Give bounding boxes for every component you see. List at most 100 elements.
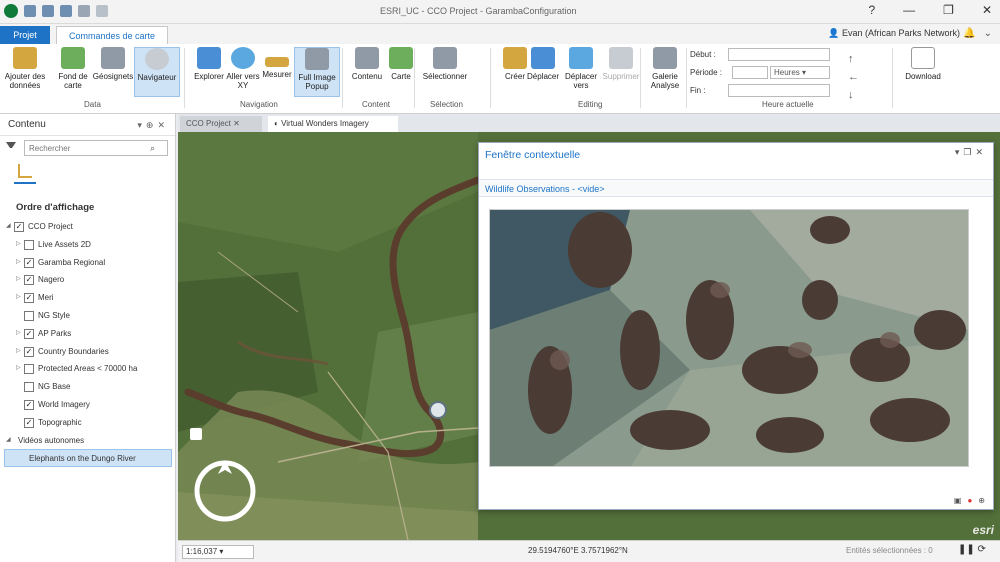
full-image-popup-button[interactable]: Full Image Popup xyxy=(294,47,340,97)
move-icon xyxy=(531,47,555,69)
layer-visibility-checkbox[interactable]: ✓ xyxy=(24,399,34,410)
expand-toggle-icon[interactable]: ▷ xyxy=(16,325,21,343)
redo-icon[interactable] xyxy=(96,5,108,17)
wildlife-photo xyxy=(489,209,969,467)
layer-row[interactable]: ▷ ✓ AP Parks xyxy=(4,325,172,343)
popup-controls[interactable]: ▾❐✕ xyxy=(955,147,987,158)
start-field[interactable] xyxy=(728,48,830,61)
export-icon[interactable]: ▣ xyxy=(954,496,962,505)
search-row: ⌕ xyxy=(0,136,175,160)
layer-visibility-checkbox[interactable] xyxy=(24,382,34,393)
zoom-to-icon[interactable]: ⊕ xyxy=(978,496,985,505)
gallery-button[interactable]: Galerie Analyse xyxy=(642,47,688,97)
pane-controls[interactable]: ▾⊕✕ xyxy=(137,114,169,136)
layer-row[interactable]: ◢ ✓ CCO Project xyxy=(4,218,172,236)
delete-icon xyxy=(609,47,633,69)
contents-title: Contenu xyxy=(8,119,46,130)
help-icon[interactable]: ? xyxy=(868,3,875,17)
filter-icon[interactable] xyxy=(6,142,16,152)
undo-icon[interactable] xyxy=(78,5,90,17)
tab-projet[interactable]: Projet xyxy=(0,26,50,44)
selected-features-count: Entités sélectionnées : 0 xyxy=(846,546,933,555)
pin-icon[interactable] xyxy=(190,428,202,440)
bell-icon[interactable]: 🔔 xyxy=(963,28,975,39)
layer-row[interactable]: ▷ ✓ Garamba Regional xyxy=(4,254,172,272)
layer-row[interactable]: ▷ ✓ Country Boundaries xyxy=(4,343,172,361)
user-account[interactable]: 👤 Evan (African Parks Network) xyxy=(828,28,960,39)
tab-commandes-de-carte[interactable]: Commandes de carte xyxy=(56,26,168,44)
layer-row[interactable]: ▷ Live Assets 2D xyxy=(4,236,172,254)
add-data-button[interactable]: Ajouter des données xyxy=(2,47,48,97)
arcgis-app-icon xyxy=(4,4,18,18)
period-unit-select[interactable]: Heures ▾ xyxy=(770,66,830,79)
layer-row[interactable]: ▷ ✓ Nagero xyxy=(4,271,172,289)
move-vertex-label: Déplacer vers xyxy=(564,72,597,90)
layer-row[interactable]: ▷ Protected Areas < 70000 ha xyxy=(4,360,172,378)
arrow-down-icon[interactable]: ↓ xyxy=(848,86,859,104)
minimize-button[interactable]: — xyxy=(903,3,915,17)
maximize-button[interactable]: ❐ xyxy=(943,3,954,17)
delete-button[interactable]: Supprimer xyxy=(598,47,644,97)
layer-row[interactable]: ✓ World Imagery xyxy=(4,396,172,414)
navigator-button[interactable]: Navigateur xyxy=(134,47,180,97)
user-name: Evan (African Parks Network) xyxy=(841,28,960,38)
layer-visibility-checkbox[interactable] xyxy=(24,364,34,375)
download-button[interactable]: Download xyxy=(898,47,948,97)
layer-visibility-checkbox[interactable]: ✓ xyxy=(14,222,24,232)
layer-row[interactable]: NG Style xyxy=(4,307,172,325)
arrow-up-icon[interactable]: ↑ xyxy=(848,50,859,68)
search-input[interactable] xyxy=(24,140,168,156)
arrow-left-icon[interactable]: ← xyxy=(848,68,859,86)
tab-virtual-wonders-imagery[interactable]: ◐ Virtual Wonders Imagery xyxy=(268,116,398,132)
scale-select[interactable]: 1:16,037 ▾ xyxy=(182,545,254,559)
period-value-field[interactable] xyxy=(732,66,768,79)
layer-visibility-checkbox[interactable]: ✓ xyxy=(24,275,34,286)
popup-feature-title[interactable]: Wildlife Observations - <vide> xyxy=(479,179,993,197)
expand-toggle-icon[interactable]: ▷ xyxy=(16,271,21,289)
flash-icon[interactable]: ● xyxy=(967,496,972,505)
open-project-icon[interactable] xyxy=(42,5,54,17)
layer-visibility-checkbox[interactable]: ✓ xyxy=(24,293,34,304)
save-project-icon[interactable] xyxy=(60,5,72,17)
expand-toggle-icon[interactable]: ▷ xyxy=(16,289,21,307)
close-icon[interactable]: ✕ xyxy=(233,119,240,128)
geosignets-button[interactable]: Géosignets xyxy=(90,47,136,97)
user-icon: 👤 xyxy=(828,28,842,38)
tab-cco-project[interactable]: CCO Project ✕ xyxy=(180,116,262,132)
status-bar: 1:16,037 ▾ 29.5194760°E 3.7571962°N Enti… xyxy=(178,523,1000,562)
layer-visibility-checkbox[interactable] xyxy=(24,239,34,250)
layer-row[interactable]: Elephants on the Dungo River xyxy=(4,449,172,468)
new-project-icon[interactable] xyxy=(24,5,36,17)
measure-label: Mesurer xyxy=(262,70,292,79)
end-field[interactable] xyxy=(728,84,830,97)
expand-toggle-icon[interactable]: ▷ xyxy=(16,360,21,378)
expand-toggle-icon[interactable]: ▷ xyxy=(16,343,21,361)
expand-toggle-icon[interactable]: ▷ xyxy=(16,236,21,254)
layer-visibility-checkbox[interactable]: ✓ xyxy=(24,328,34,339)
select-button[interactable]: Sélectionner xyxy=(418,47,472,97)
list-by-drawing-order-icon[interactable] xyxy=(18,164,32,178)
close-button[interactable]: ✕ xyxy=(982,3,992,17)
layer-visibility-checkbox[interactable]: ✓ xyxy=(24,257,34,268)
pause-drawing-icon[interactable]: ❚❚ ⟳ xyxy=(958,544,986,555)
expand-toggle-icon[interactable]: ▷ xyxy=(16,254,21,272)
layer-row[interactable]: ◢ Vidéos autonomes xyxy=(4,432,172,450)
add-data-icon xyxy=(13,47,37,69)
navigation-compass[interactable] xyxy=(192,458,258,524)
layer-visibility-checkbox[interactable] xyxy=(24,310,34,321)
ribbon-separator xyxy=(686,48,687,108)
search-icon[interactable]: ⌕ xyxy=(150,143,155,154)
hippos-in-river-image xyxy=(490,210,968,466)
geosignets-label: Géosignets xyxy=(92,72,134,81)
layer-visibility-checkbox[interactable]: ✓ xyxy=(24,417,34,428)
time-group-label: Heure actuelle xyxy=(762,100,814,109)
bookmark-icon xyxy=(101,47,125,69)
layer-visibility-checkbox[interactable]: ✓ xyxy=(24,346,34,357)
popup-footer: ▣ ● ⊕ xyxy=(954,496,985,505)
layer-row[interactable]: NG Base xyxy=(4,378,172,396)
expand-toggle-icon[interactable]: ◢ xyxy=(6,432,11,450)
expand-toggle-icon[interactable]: ◢ xyxy=(6,218,11,236)
chevron-down-icon[interactable]: ⌄ xyxy=(984,28,992,39)
layer-row[interactable]: ✓ Topographic xyxy=(4,414,172,432)
layer-row[interactable]: ▷ ✓ Meri xyxy=(4,289,172,307)
